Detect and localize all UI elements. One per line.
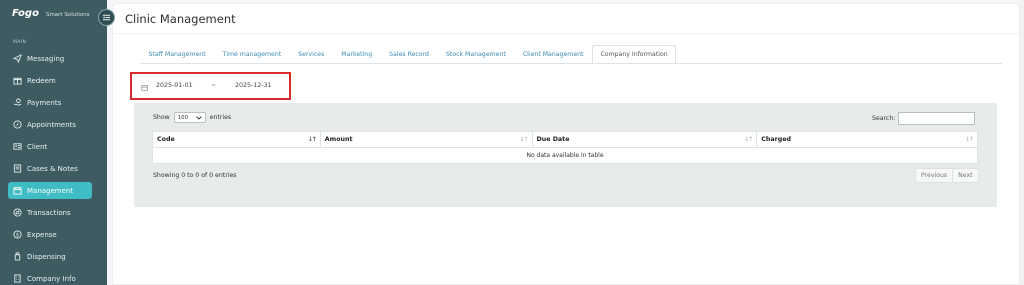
column-label: Charged <box>761 136 791 143</box>
gift-icon <box>13 76 22 85</box>
column-header-code[interactable]: Code ↓↑ <box>152 131 321 148</box>
compass-icon <box>13 120 22 129</box>
table-row: No data available in table <box>152 147 978 164</box>
notes-icon <box>13 164 22 173</box>
sidebar-item-transactions[interactable]: Transactions <box>8 204 92 221</box>
page-size-select[interactable]: 100 <box>173 112 206 123</box>
tab-sales-record[interactable]: Sales Record <box>381 45 438 64</box>
sidebar-item-label: Messaging <box>27 54 65 63</box>
tab-services[interactable]: Services <box>290 45 333 64</box>
sidebar-item-dispensing[interactable]: Dispensing <box>8 248 92 265</box>
tab-marketing[interactable]: Marketing <box>333 45 381 64</box>
exchange-icon <box>13 208 22 217</box>
chevron-down-icon <box>195 115 202 120</box>
svg-text:$: $ <box>16 232 19 238</box>
menu-collapse-icon <box>102 14 111 21</box>
calendar-icon <box>141 85 148 91</box>
table-info: Showing 0 to 0 of 0 entries <box>153 172 237 179</box>
sidebar-item-redeem[interactable]: Redeem <box>8 72 92 89</box>
column-header-due-date[interactable]: Due Date ↓↑ <box>531 131 758 148</box>
column-label: Due Date <box>536 136 570 143</box>
hand-coin-icon <box>13 98 22 107</box>
column-header-amount[interactable]: Amount ↓↑ <box>319 131 533 148</box>
sidebar-item-label: Payments <box>27 98 62 107</box>
send-icon <box>13 54 22 63</box>
sort-icon: ↓↑ <box>307 136 317 143</box>
table-header-row: Code ↓↑ Amount ↓↑ Due Date ↓↑ Charged ↓↑ <box>152 131 978 148</box>
id-card-icon <box>13 142 22 151</box>
sidebar-item-label: Expense <box>27 230 57 239</box>
calendar-icon <box>13 186 22 195</box>
date-range-picker[interactable]: 2025-01-01 ~ 2025-12-31 <box>130 72 291 100</box>
search-input[interactable] <box>898 112 976 125</box>
bottle-icon <box>13 252 22 261</box>
previous-page-button[interactable]: Previous <box>915 168 954 183</box>
building-icon <box>13 274 22 283</box>
sidebar-item-label: Appointments <box>27 120 77 129</box>
tab-stock-management[interactable]: Stock Management <box>437 45 514 64</box>
column-label: Code <box>157 136 175 143</box>
sidebar-item-label: Dispensing <box>27 252 66 261</box>
column-header-charged[interactable]: Charged ↓↑ <box>756 131 978 148</box>
sidebar-item-label: Management <box>27 186 74 195</box>
sidebar-toggle-button[interactable] <box>98 9 115 26</box>
page-size-value: 100 <box>177 114 188 121</box>
page-title: Clinic Management <box>125 12 236 26</box>
page-length-control: Show 100 entries <box>153 112 231 123</box>
date-start-input[interactable]: 2025-01-01 <box>156 82 193 89</box>
sort-icon: ↓↑ <box>964 136 974 143</box>
show-label: Show <box>153 114 170 121</box>
sidebar-item-appointments[interactable]: Appointments <box>8 116 92 133</box>
dollar-circle-icon: $ <box>13 230 22 239</box>
sidebar-item-cases-notes[interactable]: Cases & Notes <box>8 160 92 177</box>
tab-client-management[interactable]: Client Management <box>514 45 592 64</box>
sidebar-item-label: Company Info <box>27 274 76 283</box>
entries-label: entries <box>209 114 232 121</box>
tab-bar: Staff Management Time management Service… <box>140 45 677 64</box>
sidebar-item-label: Cases & Notes <box>27 164 78 173</box>
sidebar-item-expense[interactable]: $ Expense <box>8 226 92 243</box>
pagination: Previous Next <box>915 168 979 183</box>
window-edge <box>1020 0 1024 285</box>
tabs-divider <box>140 63 1002 64</box>
sidebar-item-company-info[interactable]: Company Info <box>8 270 92 285</box>
data-table: Code ↓↑ Amount ↓↑ Due Date ↓↑ Charged ↓↑… <box>152 131 978 164</box>
sidebar-item-payments[interactable]: Payments <box>8 94 92 111</box>
date-separator: ~ <box>211 82 217 89</box>
sort-icon: ↓↑ <box>519 136 528 143</box>
empty-table-message: No data available in table <box>152 147 978 164</box>
brand-logo: Fogo <box>12 8 39 19</box>
title-divider <box>113 33 1019 34</box>
column-label: Amount <box>324 136 353 143</box>
sidebar-section-label: MAIN <box>13 40 27 45</box>
tab-company-information[interactable]: Company Information <box>591 45 677 64</box>
brand[interactable]: Fogo Smart Solutions <box>12 8 90 19</box>
sidebar-item-label: Transactions <box>27 208 71 217</box>
sidebar-item-messaging[interactable]: Messaging <box>8 50 92 67</box>
next-page-button[interactable]: Next <box>953 168 979 183</box>
date-end-input[interactable]: 2025-12-31 <box>235 82 272 89</box>
search-label: Search: <box>872 115 896 122</box>
sidebar-item-client[interactable]: Client <box>8 138 92 155</box>
sidebar-item-management[interactable]: Management <box>8 182 92 199</box>
tab-staff-management[interactable]: Staff Management <box>140 45 214 64</box>
brand-subtitle: Smart Solutions <box>45 12 90 18</box>
table-search: Search: <box>872 112 976 125</box>
tab-time-management[interactable]: Time management <box>214 45 290 64</box>
sidebar: Fogo Smart Solutions MAIN Messaging Rede… <box>0 0 107 285</box>
sort-icon: ↓↑ <box>744 136 753 143</box>
sidebar-item-label: Client <box>27 142 48 151</box>
sidebar-item-label: Redeem <box>27 76 56 85</box>
